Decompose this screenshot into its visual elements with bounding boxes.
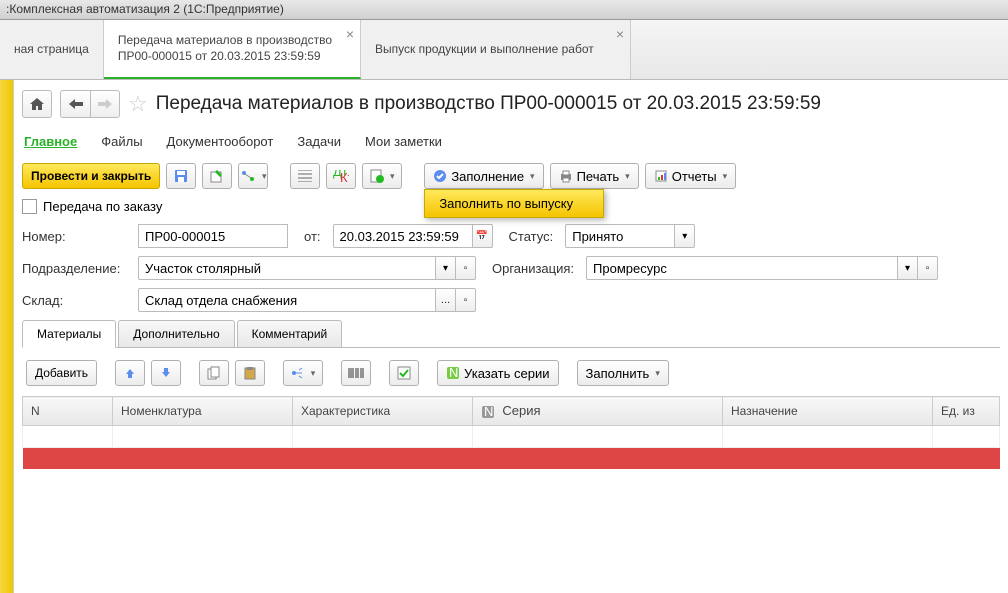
detail-tabs: Материалы Дополнительно Комментарий	[22, 320, 1000, 348]
col-char[interactable]: Характеристика	[293, 397, 473, 426]
by-order-label: Передача по заказу	[43, 199, 162, 214]
col-unit[interactable]: Ед. из	[933, 397, 1000, 426]
dropdown-icon[interactable]: ▾	[436, 256, 456, 280]
open-icon[interactable]: ▫	[456, 288, 476, 312]
status-label: Статус:	[509, 229, 554, 244]
document-flow-button[interactable]: ▾	[238, 163, 268, 189]
date-input[interactable]	[333, 224, 473, 248]
svg-text:Кт: Кт	[340, 170, 349, 182]
save-button[interactable]	[166, 163, 196, 189]
tab-start-page[interactable]: ная страница	[0, 20, 104, 79]
copy-button[interactable]	[199, 360, 229, 386]
move-up-button[interactable]	[115, 360, 145, 386]
col-dest[interactable]: Назначение	[723, 397, 933, 426]
home-button[interactable]	[22, 90, 52, 118]
subnav-files[interactable]: Файлы	[101, 130, 142, 153]
col-n[interactable]: N	[23, 397, 113, 426]
col-series[interactable]: N Серия	[473, 397, 723, 426]
org-label: Организация:	[492, 261, 574, 276]
fill-rows-button[interactable]: Заполнить ▾	[577, 360, 669, 386]
from-label: от:	[304, 229, 321, 244]
tab-label: Выпуск продукции и выполнение работ	[375, 42, 608, 58]
org-input[interactable]	[586, 256, 898, 280]
specify-series-button[interactable]: N Указать серии	[437, 360, 558, 386]
distribute-button[interactable]: ▾	[283, 360, 323, 386]
table-row[interactable]	[23, 425, 1000, 447]
reports-button[interactable]: Отчеты ▾	[645, 163, 736, 189]
tab-output[interactable]: Выпуск продукции и выполнение работ ×	[361, 20, 631, 79]
post-and-close-button[interactable]: Провести и закрыть	[22, 163, 160, 189]
number-label: Номер:	[22, 229, 132, 244]
tab-comment[interactable]: Комментарий	[237, 320, 343, 347]
tab-current-document[interactable]: Передача материалов в производство ПР00-…	[104, 20, 361, 79]
warehouse-input[interactable]	[138, 288, 436, 312]
dept-input[interactable]	[138, 256, 436, 280]
tab-label: ная страница	[14, 42, 89, 58]
reports-label: Отчеты	[672, 169, 717, 184]
sidebar-strip[interactable]	[0, 80, 14, 593]
add-row-button[interactable]: Добавить	[26, 360, 97, 386]
main-toolbar: Провести и закрыть ▾ ДтКт ▾ Заполнение ▾…	[22, 163, 1000, 189]
status-input[interactable]	[565, 224, 675, 248]
app-tabbar: ная страница Передача материалов в произ…	[0, 20, 1008, 80]
paste-button[interactable]	[235, 360, 265, 386]
fill-rows-label: Заполнить	[586, 366, 650, 381]
subnav-tasks[interactable]: Задачи	[297, 130, 341, 153]
open-icon[interactable]: ▫	[456, 256, 476, 280]
check-button[interactable]	[389, 360, 419, 386]
svg-text:N: N	[449, 366, 458, 380]
star-icon[interactable]: ☆	[128, 91, 148, 117]
move-down-button[interactable]	[151, 360, 181, 386]
window-titlebar: :Комплексная автоматизация 2 (1С:Предпри…	[0, 0, 1008, 20]
col-item[interactable]: Номенклатура	[113, 397, 293, 426]
by-order-checkbox[interactable]	[22, 199, 37, 214]
tab-materials[interactable]: Материалы	[22, 320, 116, 348]
subnav-notes[interactable]: Мои заметки	[365, 130, 442, 153]
page-title: Передача материалов в производство ПР00-…	[156, 93, 821, 115]
fill-dropdown-menu: Заполнить по выпуску	[424, 189, 604, 218]
subnav-docflow[interactable]: Документооборот	[167, 130, 274, 153]
dept-label: Подразделение:	[22, 261, 132, 276]
select-icon[interactable]: …	[436, 288, 456, 312]
fill-label: Заполнение	[451, 169, 524, 184]
create-based-button[interactable]: ▾	[362, 163, 402, 189]
back-button[interactable]	[60, 90, 90, 118]
materials-table: N Номенклатура Характеристика N Серия На…	[22, 396, 1000, 469]
dropdown-icon[interactable]: ▾	[675, 224, 695, 248]
open-icon[interactable]: ▫	[918, 256, 938, 280]
fill-button[interactable]: Заполнение ▾	[424, 163, 543, 189]
list-button[interactable]	[290, 163, 320, 189]
close-icon[interactable]: ×	[616, 26, 624, 42]
calendar-icon[interactable]: 📅	[473, 224, 493, 248]
warehouse-label: Склад:	[22, 293, 132, 308]
print-button[interactable]: Печать ▾	[550, 163, 639, 189]
series-label: Указать серии	[464, 366, 549, 381]
grid-toolbar: Добавить ▾ N Указать серии Заполнить ▾	[22, 356, 1000, 390]
tab-additional[interactable]: Дополнительно	[118, 320, 234, 347]
dropdown-icon[interactable]: ▾	[898, 256, 918, 280]
post-button[interactable]	[202, 163, 232, 189]
tab-label: Передача материалов в производство ПР00-…	[118, 33, 346, 64]
barcode-button[interactable]	[341, 360, 371, 386]
close-icon[interactable]: ×	[346, 26, 354, 42]
dt-kt-button[interactable]: ДтКт	[326, 163, 356, 189]
forward-button[interactable]	[90, 90, 120, 118]
sub-navigation: Главное Файлы Документооборот Задачи Мои…	[22, 130, 1000, 153]
number-input[interactable]	[138, 224, 288, 248]
svg-text:N: N	[484, 405, 493, 419]
print-label: Печать	[577, 169, 620, 184]
fill-by-output-item[interactable]: Заполнить по выпуску	[439, 196, 573, 211]
subnav-main[interactable]: Главное	[24, 130, 77, 153]
